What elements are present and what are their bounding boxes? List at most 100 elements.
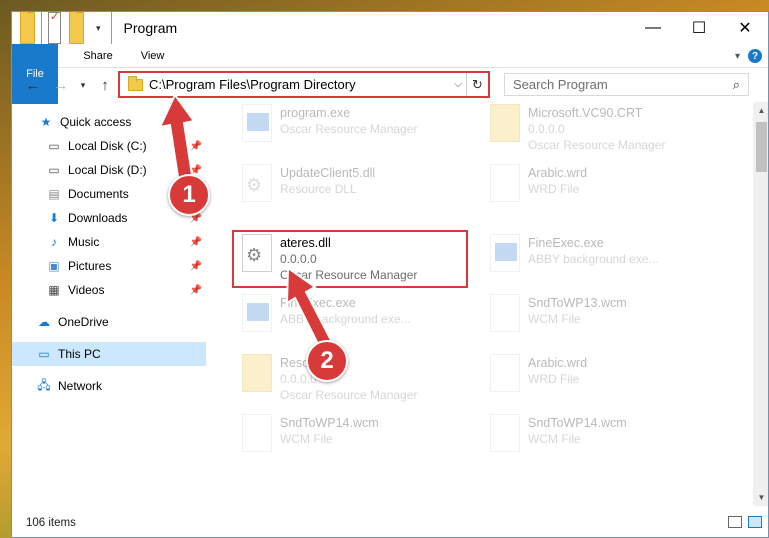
- tab-share[interactable]: Share: [69, 44, 126, 67]
- sidebar-item-this-pc[interactable]: ▭ This PC: [12, 342, 206, 366]
- scroll-up-icon[interactable]: ▲: [753, 102, 768, 119]
- file-name: SndToWP14.wcm: [528, 416, 627, 430]
- exe-icon: [242, 294, 272, 332]
- expand-ribbon-icon[interactable]: ▾: [735, 51, 740, 62]
- sidebar-item-label: This PC: [58, 347, 101, 361]
- navigation-bar: ← → ▾ ↑ C:\Program Files\Program Directo…: [12, 68, 768, 102]
- title-bar: ▾ Program — ☐ ✕: [12, 12, 768, 44]
- pictures-icon: ▣: [48, 259, 60, 273]
- file-type: WRD File: [528, 182, 580, 196]
- file-item[interactable]: SndToWP14.wcm WCM File: [482, 414, 722, 474]
- pin-icon: 📌: [189, 236, 202, 248]
- search-icon[interactable]: ⌕: [733, 77, 740, 93]
- new-folder-icon[interactable]: [69, 12, 84, 44]
- file-name: UpdateClient5.dll: [280, 166, 376, 180]
- file-type: Resource DLL: [280, 182, 357, 196]
- file-version: 0.0.0.0: [528, 122, 565, 136]
- sidebar-item-onedrive[interactable]: ☁ OneDrive: [12, 310, 206, 334]
- customize-toolbar-icon[interactable]: ▾: [96, 12, 101, 44]
- file-item[interactable]: UpdateClient5.dll Resource DLL: [234, 164, 474, 224]
- file-description: ABBY background exe...: [280, 312, 411, 326]
- refresh-icon[interactable]: ↻: [466, 73, 488, 96]
- file-description: Oscar Resource Manager: [280, 388, 418, 402]
- sidebar-item-label: Network: [58, 379, 103, 393]
- recent-locations-icon[interactable]: ▾: [72, 80, 94, 91]
- file-item[interactable]: Arabic.wrd WRD File: [482, 164, 722, 224]
- help-icon[interactable]: ?: [748, 49, 762, 63]
- sidebar-item-pictures[interactable]: ▣ Pictures 📌: [12, 254, 206, 278]
- sidebar-item-label: Local Disk (C:): [68, 139, 147, 153]
- file-icon: [490, 164, 520, 202]
- properties-icon[interactable]: [48, 12, 61, 44]
- sidebar-item-label: Music: [68, 235, 100, 249]
- highlight-box: [232, 230, 468, 288]
- documents-icon: ▤: [48, 187, 60, 201]
- minimize-button[interactable]: —: [630, 12, 676, 44]
- pin-icon: 📌: [189, 260, 202, 272]
- folder-icon: [128, 75, 143, 91]
- file-name: FineExec.exe: [280, 296, 356, 310]
- file-item[interactable]: Arabic.wrd WRD File: [482, 354, 722, 414]
- scrollbar-thumb[interactable]: [756, 122, 767, 172]
- back-icon[interactable]: ←: [22, 77, 44, 94]
- drive-icon: ▭: [48, 139, 60, 153]
- file-description: ABBY background exe...: [528, 252, 659, 266]
- sidebar-item-videos[interactable]: ▦ Videos 📌: [12, 278, 206, 302]
- address-path[interactable]: C:\Program Files\Program Directory: [149, 77, 450, 92]
- sidebar-item-network[interactable]: 🖧 Network: [12, 374, 206, 398]
- scroll-down-icon[interactable]: ▼: [753, 489, 768, 506]
- large-icons-view-icon[interactable]: [748, 516, 762, 528]
- file-name: FineExec.exe: [528, 236, 604, 250]
- sidebar-item-label: Local Disk (D:): [68, 163, 147, 177]
- file-item[interactable]: FineExec.exe ABBY background exe...: [234, 294, 474, 354]
- sidebar-item-local-disk-c[interactable]: ▭ Local Disk (C:) 📌: [12, 134, 206, 158]
- file-item[interactable]: SndToWP14.wcm WCM File: [234, 414, 474, 474]
- file-name: Arabic.wrd: [528, 166, 588, 180]
- address-bar[interactable]: C:\Program Files\Program Directory ⌵ ↻: [118, 71, 490, 98]
- network-icon: 🖧: [37, 377, 51, 392]
- exe-icon: [242, 104, 272, 142]
- sidebar-item-label: Downloads: [68, 211, 128, 225]
- step-2-badge: 2: [306, 340, 348, 382]
- details-view-icon[interactable]: [728, 516, 742, 528]
- file-list: program.exe Oscar Resource Manager Micro…: [224, 102, 744, 506]
- file-type: WCM File: [528, 432, 581, 446]
- file-item[interactable]: Microsoft.VC90.CRT 0.0.0.0 Oscar Resourc…: [482, 104, 722, 164]
- status-bar: 106 items: [12, 506, 768, 537]
- ribbon-tabs: File Home Share View ▾ ?: [12, 44, 768, 104]
- sidebar-item-label: Videos: [68, 283, 105, 297]
- file-name: Arabic.wrd: [528, 356, 588, 370]
- folder-icon: [490, 104, 520, 142]
- file-icon: [490, 294, 520, 332]
- search-input[interactable]: Search Program ⌕: [504, 73, 749, 96]
- maximize-button[interactable]: ☐: [676, 12, 722, 44]
- videos-icon: ▦: [48, 283, 60, 297]
- file-type: WRD File: [528, 372, 580, 386]
- sidebar-item-music[interactable]: ♪ Music 📌: [12, 230, 206, 254]
- item-count: 106 items: [26, 516, 76, 529]
- exe-icon: [490, 234, 520, 272]
- star-icon: ★: [40, 115, 52, 129]
- navigation-pane: ★ Quick access ▭ Local Disk (C:) 📌 ▭ Loc…: [12, 102, 206, 506]
- file-item[interactable]: program.exe Oscar Resource Manager: [234, 104, 474, 164]
- toolbar-divider: [110, 12, 112, 44]
- file-item[interactable]: SndToWP13.wcm WCM File: [482, 294, 722, 354]
- tab-view[interactable]: View: [127, 44, 179, 67]
- up-icon[interactable]: ↑: [94, 77, 116, 94]
- chevron-down-icon[interactable]: ⌵: [450, 79, 466, 90]
- file-name: program.exe: [280, 106, 351, 120]
- file-version: 0.0.0.0: [280, 372, 317, 386]
- close-button[interactable]: ✕: [722, 12, 768, 44]
- dll-icon: [242, 164, 272, 202]
- file-description: Oscar Resource Manager: [280, 122, 418, 136]
- file-item[interactable]: FineExec.exe ABBY background exe...: [482, 234, 722, 294]
- file-name: Microsoft.VC90.CRT: [528, 106, 643, 120]
- file-name: SndToWP14.wcm: [280, 416, 379, 430]
- file-item[interactable]: Resource 0.0.0.0 Oscar Resource Manager: [234, 354, 474, 414]
- sidebar-item-quick-access[interactable]: ★ Quick access: [12, 110, 206, 134]
- file-name: SndToWP13.wcm: [528, 296, 627, 310]
- forward-icon[interactable]: →: [50, 77, 72, 94]
- vertical-scrollbar[interactable]: ▲ ▼: [753, 102, 768, 506]
- music-icon: ♪: [51, 235, 57, 249]
- folder-icon: [20, 12, 35, 44]
